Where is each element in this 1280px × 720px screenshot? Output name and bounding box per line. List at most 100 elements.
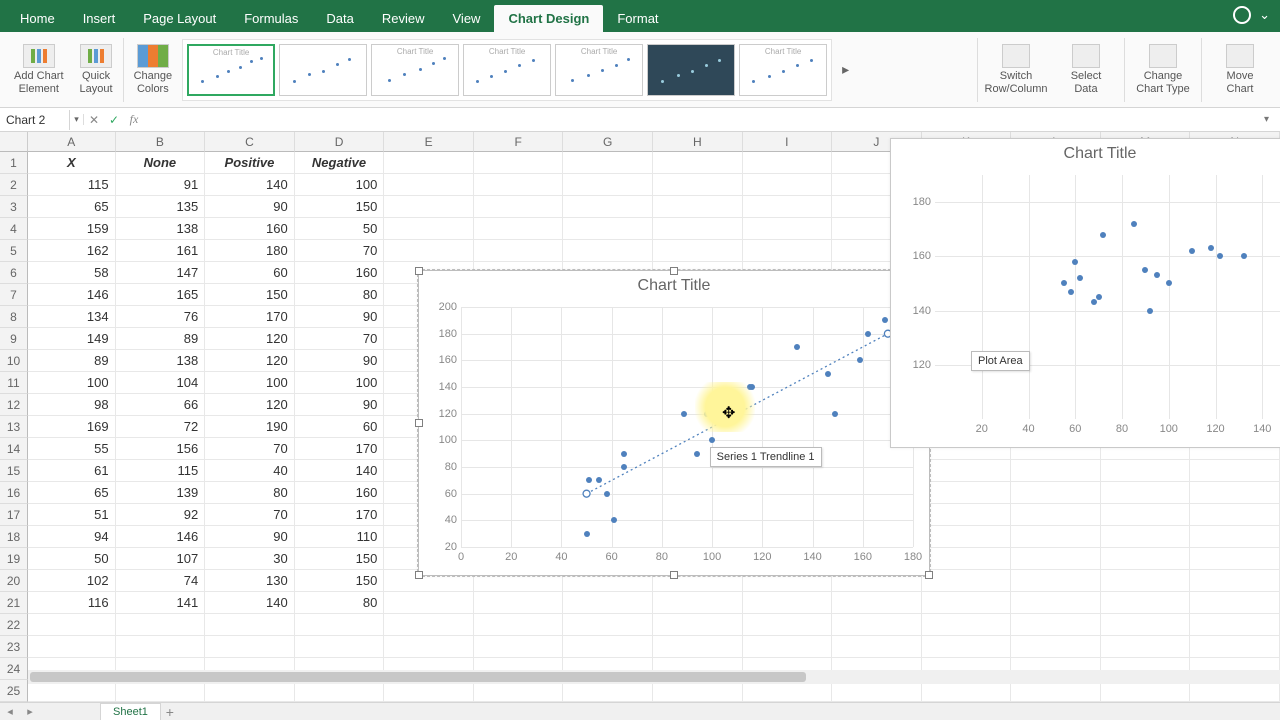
cell[interactable] xyxy=(384,196,474,218)
cell[interactable]: 120 xyxy=(205,350,295,372)
cell[interactable]: 156 xyxy=(116,438,206,460)
cell[interactable] xyxy=(1101,482,1191,504)
cell[interactable] xyxy=(474,196,564,218)
cell[interactable]: X xyxy=(28,152,116,174)
cell[interactable] xyxy=(1011,570,1101,592)
name-box-drop-icon[interactable]: ▾ xyxy=(70,114,84,125)
cell[interactable]: 90 xyxy=(295,306,385,328)
cell[interactable] xyxy=(922,548,1012,570)
row-header[interactable]: 3 xyxy=(0,196,28,218)
cell[interactable] xyxy=(743,592,833,614)
cell[interactable] xyxy=(1011,614,1101,636)
tab-chart-design[interactable]: Chart Design xyxy=(494,5,603,32)
cell[interactable]: 138 xyxy=(116,218,206,240)
cell[interactable] xyxy=(832,636,922,658)
data-point[interactable] xyxy=(1131,221,1137,227)
change-colors-button[interactable]: Change Colors xyxy=(128,36,179,103)
row-header[interactable]: 6 xyxy=(0,262,28,284)
cell[interactable] xyxy=(205,636,295,658)
cell[interactable]: 138 xyxy=(116,350,206,372)
cell[interactable]: None xyxy=(116,152,206,174)
cell[interactable]: 170 xyxy=(205,306,295,328)
cell[interactable]: 89 xyxy=(116,328,206,350)
formula-input[interactable] xyxy=(144,117,1264,123)
horizontal-scrollbar[interactable] xyxy=(28,670,1280,684)
cell[interactable]: 70 xyxy=(295,240,385,262)
chart-style-2[interactable] xyxy=(279,44,367,96)
cell[interactable]: 55 xyxy=(28,438,116,460)
cell[interactable]: 135 xyxy=(116,196,206,218)
data-point[interactable] xyxy=(1166,280,1172,286)
cell[interactable]: 51 xyxy=(28,504,116,526)
data-point[interactable] xyxy=(1208,245,1214,251)
cell[interactable] xyxy=(563,240,653,262)
cell[interactable] xyxy=(1011,592,1101,614)
cell[interactable] xyxy=(922,482,1012,504)
cell[interactable] xyxy=(1011,636,1101,658)
cell[interactable]: 70 xyxy=(205,504,295,526)
cell[interactable]: 150 xyxy=(295,570,385,592)
cell[interactable] xyxy=(1101,526,1191,548)
row-header[interactable]: 18 xyxy=(0,526,28,548)
cell[interactable]: 162 xyxy=(28,240,116,262)
cell[interactable]: 140 xyxy=(205,174,295,196)
chart-style-6[interactable] xyxy=(647,44,735,96)
cell[interactable] xyxy=(116,636,206,658)
cell[interactable]: 91 xyxy=(116,174,206,196)
cell[interactable]: 92 xyxy=(116,504,206,526)
cell[interactable]: 100 xyxy=(28,372,116,394)
cell[interactable] xyxy=(1101,636,1191,658)
cell[interactable] xyxy=(743,174,833,196)
cell[interactable]: 74 xyxy=(116,570,206,592)
data-point[interactable] xyxy=(1077,275,1083,281)
cell[interactable]: 161 xyxy=(116,240,206,262)
cell[interactable]: 70 xyxy=(295,328,385,350)
cell[interactable]: 30 xyxy=(205,548,295,570)
cell[interactable]: 80 xyxy=(295,284,385,306)
cell[interactable]: 115 xyxy=(28,174,116,196)
cell[interactable]: 80 xyxy=(295,592,385,614)
sheet-nav-next-icon[interactable]: ▸ xyxy=(20,705,40,718)
cell[interactable]: 66 xyxy=(116,394,206,416)
cell[interactable] xyxy=(743,196,833,218)
cell[interactable] xyxy=(474,174,564,196)
row-header[interactable]: 8 xyxy=(0,306,28,328)
cell[interactable]: 100 xyxy=(205,372,295,394)
cell[interactable]: 70 xyxy=(205,438,295,460)
cell[interactable]: 190 xyxy=(205,416,295,438)
cell[interactable]: 130 xyxy=(205,570,295,592)
row-header[interactable]: 14 xyxy=(0,438,28,460)
tab-review[interactable]: Review xyxy=(368,5,439,32)
data-point[interactable] xyxy=(1154,272,1160,278)
select-all-corner[interactable] xyxy=(0,132,28,152)
column-header[interactable]: H xyxy=(653,132,743,152)
chart-plot-area[interactable]: 20406080100120140120140160180 xyxy=(935,175,1280,419)
sheet-nav-prev-icon[interactable]: ◂ xyxy=(0,705,20,718)
formula-cancel-icon[interactable]: ✕ xyxy=(84,113,104,127)
cell[interactable] xyxy=(922,614,1012,636)
cell[interactable] xyxy=(743,614,833,636)
column-header[interactable]: F xyxy=(474,132,564,152)
cell[interactable]: 160 xyxy=(205,218,295,240)
row-header[interactable]: 19 xyxy=(0,548,28,570)
cell[interactable] xyxy=(1011,460,1101,482)
chart-style-4[interactable]: Chart Title xyxy=(463,44,551,96)
cell[interactable] xyxy=(563,196,653,218)
cell[interactable]: 90 xyxy=(205,526,295,548)
cell[interactable]: 100 xyxy=(295,174,385,196)
cell[interactable] xyxy=(116,614,206,636)
cell[interactable] xyxy=(28,636,116,658)
row-header[interactable]: 20 xyxy=(0,570,28,592)
cell[interactable] xyxy=(1190,482,1280,504)
cell[interactable] xyxy=(563,636,653,658)
cell[interactable]: 50 xyxy=(28,548,116,570)
formula-expand-icon[interactable]: ▾ xyxy=(1264,114,1280,125)
cell[interactable] xyxy=(743,218,833,240)
data-point[interactable] xyxy=(1241,253,1247,259)
cell[interactable] xyxy=(743,152,833,174)
data-point[interactable] xyxy=(1096,294,1102,300)
column-header[interactable]: G xyxy=(563,132,653,152)
data-point[interactable] xyxy=(1061,280,1067,286)
cell[interactable] xyxy=(295,614,385,636)
cell[interactable] xyxy=(28,614,116,636)
